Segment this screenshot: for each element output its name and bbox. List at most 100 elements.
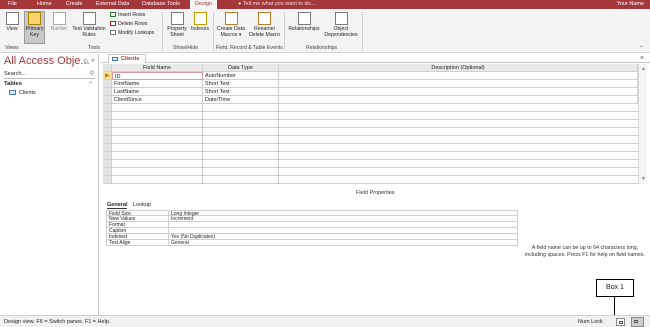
header-field-name: Field Name <box>112 64 203 72</box>
ribbon-separator <box>362 12 363 50</box>
nav-item-clients[interactable]: Clients <box>9 90 36 96</box>
data-type-cell[interactable]: AutoNumber <box>203 72 279 80</box>
indexes-button[interactable]: Indexes <box>190 12 210 32</box>
property-row: Text Align General <box>106 240 518 246</box>
field-name-cell[interactable]: ID <box>112 72 203 80</box>
tab-home[interactable]: Home <box>37 0 52 9</box>
builder-button[interactable]: Builder <box>48 12 70 32</box>
description-cell[interactable] <box>279 96 638 104</box>
field-name-cell[interactable]: LastName <box>112 88 203 96</box>
ribbon-tab-bar: File Home Create External Data Database … <box>0 0 650 9</box>
property-value[interactable]: General <box>169 240 518 246</box>
property-name: Text Align <box>106 240 169 246</box>
nav-item-label: Clients <box>19 90 36 96</box>
delete-rows-icon <box>110 21 116 27</box>
field-name-cell[interactable]: ClientSince <box>112 96 203 104</box>
indexes-label: Indexes <box>190 26 210 32</box>
design-view-icon[interactable] <box>631 317 644 327</box>
tab-external-data[interactable]: External Data <box>96 0 129 9</box>
insert-rows-label: Insert Rows <box>118 12 146 18</box>
primary-key-label-2: Key <box>30 32 39 38</box>
relationships-button[interactable]: Relationships <box>287 12 321 32</box>
group-label-tools: Tools <box>88 45 101 51</box>
row-selector[interactable] <box>103 88 112 96</box>
tell-me-search[interactable]: ● Tell me what you want to do... <box>238 0 315 9</box>
document-tab-clients[interactable]: Clients <box>108 54 147 63</box>
property-sheet-button[interactable]: Property Sheet <box>165 12 189 38</box>
modify-lookups-label: Modify Lookups <box>118 30 155 36</box>
data-type-cell[interactable]: Short Text <box>203 80 279 88</box>
delete-rows-button[interactable]: Delete Rows <box>110 21 147 28</box>
property-sheet-icon <box>170 12 184 25</box>
ribbon-separator <box>162 12 163 50</box>
annotation-box: Box 1 <box>596 279 634 297</box>
relationships-icon <box>297 12 311 25</box>
row-selector[interactable] <box>103 96 112 104</box>
object-dependencies-button[interactable]: Object Dependencies <box>323 12 359 38</box>
tab-file[interactable]: File <box>8 0 17 9</box>
tab-create[interactable]: Create <box>66 0 83 9</box>
row-selector[interactable] <box>103 80 112 88</box>
ribbon-separator <box>284 12 285 50</box>
rename-macro-icon <box>258 12 271 25</box>
dependencies-icon <box>334 12 348 25</box>
user-name[interactable]: Your Name <box>617 0 644 9</box>
test-validation-rules-button[interactable]: Test Validation Rules <box>70 12 108 38</box>
scroll-down-icon[interactable]: ▼ <box>641 176 646 182</box>
ribbon-separator <box>213 12 214 50</box>
object-dependencies-label-2: Dependencies <box>324 32 358 38</box>
primary-key-button[interactable]: Primary Key <box>24 11 45 44</box>
group-label-relationships: Relationships <box>306 45 338 51</box>
collapse-section-icon[interactable]: ⌃ <box>88 81 93 88</box>
insert-rows-button[interactable]: Insert Rows <box>110 12 145 19</box>
data-type-cell[interactable]: Short Text <box>203 88 279 96</box>
field-properties-title: Field Properties <box>356 190 395 196</box>
collapse-ribbon-icon[interactable]: ⌃ <box>639 45 644 52</box>
tab-general[interactable]: General <box>107 202 128 209</box>
rename-delete-macro-button[interactable]: Rename/ Delete Macro <box>248 12 281 38</box>
builder-label: Builder <box>50 26 68 32</box>
description-cell[interactable] <box>279 80 638 88</box>
nav-section-tables[interactable]: Tables <box>4 81 22 87</box>
wand-icon <box>52 12 66 25</box>
empty-design-rows[interactable] <box>112 104 638 184</box>
group-label-show-hide: Show/Hide <box>173 45 199 51</box>
primary-key-indicator-icon[interactable]: ▶ <box>103 72 112 80</box>
create-data-macros-label-2: Macros ▾ <box>220 32 242 38</box>
nav-pane-title[interactable]: All Access Obje... <box>4 55 90 67</box>
group-label-views: Views <box>5 45 19 51</box>
scroll-up-icon[interactable]: ▲ <box>641 66 646 72</box>
property-sheet-label-2: Sheet <box>170 32 184 38</box>
validation-icon <box>82 12 96 25</box>
tab-lookup[interactable]: Lookup <box>133 202 151 208</box>
document-tab-label: Clients <box>121 56 140 62</box>
create-data-macros-button[interactable]: Create Data Macros ▾ <box>216 12 246 38</box>
row-selector-column <box>103 104 112 184</box>
vertical-scrollbar[interactable]: ▲ ▼ <box>638 64 647 184</box>
row-selector-header <box>103 64 112 72</box>
rename-delete-macro-label-2: Delete Macro <box>249 32 280 38</box>
description-cell[interactable] <box>279 88 638 96</box>
modify-lookups-icon <box>110 30 116 36</box>
test-validation-label-2: Rules <box>82 32 96 38</box>
num-lock-indicator: Num Lock <box>578 319 603 325</box>
field-name-cell[interactable]: FirstName <box>112 80 203 88</box>
table-icon <box>9 90 16 96</box>
tab-database-tools[interactable]: Database Tools <box>142 0 180 9</box>
status-text: Design view. F6 = Switch panes. F1 = Hel… <box>4 319 111 325</box>
nav-menu-chevron-icon[interactable]: ⊙ <box>83 58 88 65</box>
shutter-bar-close-icon[interactable]: « <box>91 57 95 64</box>
header-description: Description (Optional) <box>279 64 638 72</box>
search-icon: ⚲ <box>89 71 94 77</box>
datasheet-view-icon[interactable] <box>616 318 625 326</box>
nav-search-input[interactable]: Search... ⚲ <box>4 70 95 79</box>
data-type-cell[interactable]: Date/Time <box>203 96 279 104</box>
modify-lookups-button[interactable]: Modify Lookups <box>110 30 154 37</box>
nav-search-placeholder: Search... <box>4 71 27 77</box>
description-cell[interactable] <box>279 72 638 80</box>
relationships-label: Relationships <box>288 26 320 32</box>
close-document-icon[interactable]: × <box>640 54 644 63</box>
view-button[interactable]: View <box>3 12 21 32</box>
key-icon <box>28 12 41 25</box>
tab-design[interactable]: Design <box>190 0 217 9</box>
